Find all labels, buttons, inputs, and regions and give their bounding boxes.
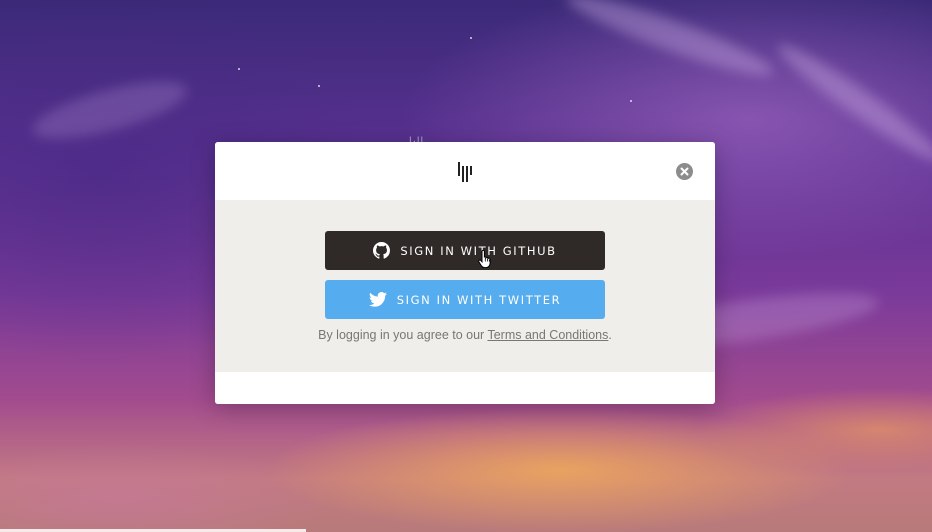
sign-in-modal: SIGN IN WITH GITHUB SIGN IN WITH TWITTER…	[215, 142, 715, 404]
twitter-button-label: SIGN IN WITH TWITTER	[396, 292, 562, 307]
modal-header	[215, 142, 715, 200]
close-icon	[680, 167, 689, 176]
terms-link[interactable]: Terms and Conditions	[487, 328, 608, 342]
hand-pointer-cursor	[478, 249, 492, 269]
terms-text: By logging in you agree to our Terms and…	[215, 328, 715, 342]
github-icon	[373, 242, 391, 259]
sign-in-github-button[interactable]: SIGN IN WITH GITHUB	[325, 231, 605, 270]
terms-prefix: By logging in you agree to our	[318, 328, 488, 342]
twitter-icon	[368, 292, 387, 307]
close-button[interactable]	[676, 163, 693, 180]
modal-footer	[215, 372, 715, 404]
modal-body: SIGN IN WITH GITHUB SIGN IN WITH TWITTER…	[215, 200, 715, 372]
sign-in-twitter-button[interactable]: SIGN IN WITH TWITTER	[325, 280, 605, 319]
gitter-logo-icon	[457, 162, 473, 182]
terms-suffix: .	[608, 328, 612, 342]
